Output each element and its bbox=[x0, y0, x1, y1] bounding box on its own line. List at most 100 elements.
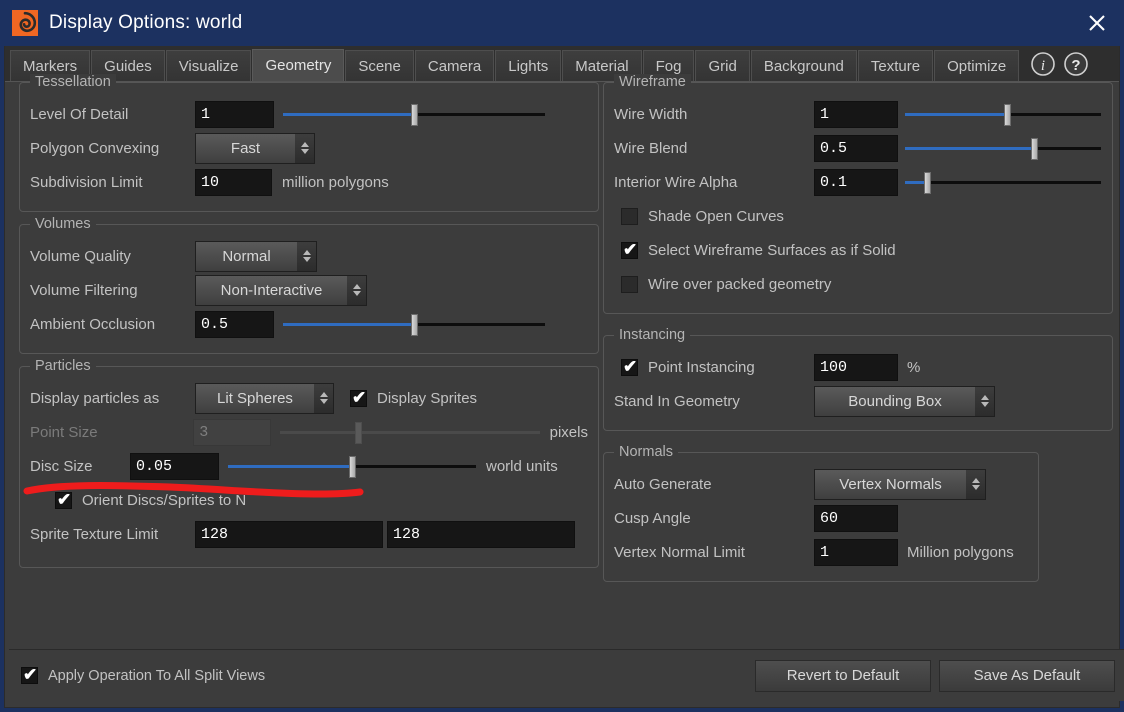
apply-all-split-views-checkbox[interactable]: ✔ Apply Operation To All Split Views bbox=[21, 667, 265, 684]
slider-fill bbox=[228, 465, 352, 468]
checkbox-box bbox=[621, 208, 638, 225]
point-size-input: 3 bbox=[193, 419, 271, 446]
disc-size-slider[interactable] bbox=[228, 453, 476, 480]
level-of-detail-input[interactable]: 1 bbox=[195, 101, 274, 128]
volume-quality-dropdown[interactable]: Normal bbox=[195, 241, 317, 272]
row-point-instancing: ✔ Point Instancing 100 % bbox=[614, 350, 1102, 384]
tab-bar: Markers Guides Visualize Geometry Scene … bbox=[5, 46, 1119, 82]
help-icon[interactable]: ? bbox=[1063, 51, 1089, 77]
dropdown-value: Normal bbox=[196, 242, 297, 271]
polygon-convexing-dropdown[interactable]: Fast bbox=[195, 133, 315, 164]
interior-wire-alpha-slider[interactable] bbox=[905, 169, 1101, 196]
subdivision-limit-input[interactable]: 10 bbox=[195, 169, 272, 196]
tab-grid[interactable]: Grid bbox=[695, 50, 749, 81]
row-point-size: Point Size 3 pixels bbox=[30, 415, 588, 449]
slider-knob[interactable] bbox=[924, 172, 931, 194]
group-legend: Tessellation bbox=[30, 74, 116, 90]
display-sprites-label: Display Sprites bbox=[377, 390, 477, 407]
select-wireframe-surfaces-label: Select Wireframe Surfaces as if Solid bbox=[648, 242, 896, 259]
dialog-footer: ✔ Apply Operation To All Split Views Rev… bbox=[9, 649, 1124, 701]
interior-wire-alpha-input[interactable]: 0.1 bbox=[814, 169, 898, 196]
subdivision-limit-label: Subdivision Limit bbox=[30, 174, 195, 191]
tab-optimize[interactable]: Optimize bbox=[934, 50, 1019, 81]
close-icon[interactable] bbox=[1082, 8, 1112, 38]
point-instancing-input[interactable]: 100 bbox=[814, 354, 898, 381]
disc-size-input[interactable]: 0.05 bbox=[130, 453, 219, 480]
sprite-texture-limit-x-input[interactable]: 128 bbox=[195, 521, 383, 548]
wire-width-input[interactable]: 1 bbox=[814, 101, 898, 128]
vertex-normal-limit-input[interactable]: 1 bbox=[814, 539, 898, 566]
wire-blend-slider[interactable] bbox=[905, 135, 1101, 162]
wire-width-slider[interactable] bbox=[905, 101, 1101, 128]
dropdown-value: Vertex Normals bbox=[815, 470, 966, 499]
point-instancing-unit: % bbox=[907, 359, 920, 376]
volume-quality-label: Volume Quality bbox=[30, 248, 195, 265]
cusp-angle-input[interactable]: 60 bbox=[814, 505, 898, 532]
info-icon[interactable]: i bbox=[1030, 51, 1056, 77]
row-select-wireframe-surfaces: ✔ Select Wireframe Surfaces as if Solid bbox=[614, 233, 1102, 267]
display-sprites-checkbox[interactable]: ✔ Display Sprites bbox=[350, 390, 477, 407]
tab-geometry[interactable]: Geometry bbox=[252, 49, 344, 81]
window-title: Display Options: world bbox=[49, 12, 242, 34]
display-particles-as-dropdown[interactable]: Lit Spheres bbox=[195, 383, 334, 414]
point-size-slider bbox=[280, 419, 539, 446]
wire-over-packed-label: Wire over packed geometry bbox=[648, 276, 831, 293]
checkbox-box: ✔ bbox=[621, 359, 638, 376]
tab-camera[interactable]: Camera bbox=[415, 50, 494, 81]
select-wireframe-surfaces-checkbox[interactable]: ✔ Select Wireframe Surfaces as if Solid bbox=[621, 242, 896, 259]
svg-text:i: i bbox=[1041, 58, 1045, 74]
row-wire-width: Wire Width 1 bbox=[614, 97, 1102, 131]
slider-knob[interactable] bbox=[411, 104, 418, 126]
disc-size-unit: world units bbox=[486, 458, 558, 475]
level-of-detail-slider[interactable] bbox=[283, 101, 545, 128]
save-as-default-button[interactable]: Save As Default bbox=[939, 660, 1115, 692]
tab-lights[interactable]: Lights bbox=[495, 50, 561, 81]
right-column: Wireframe Wire Width 1 Wi bbox=[603, 82, 1113, 594]
row-subdivision-limit: Subdivision Limit 10 million polygons bbox=[30, 165, 588, 199]
checkbox-box: ✔ bbox=[350, 390, 367, 407]
group-normals: Normals Auto Generate Vertex Normals Cus… bbox=[603, 452, 1039, 582]
chevron-updown-icon bbox=[347, 276, 366, 305]
tab-texture[interactable]: Texture bbox=[858, 50, 933, 81]
volume-filtering-dropdown[interactable]: Non-Interactive bbox=[195, 275, 367, 306]
slider-knob bbox=[355, 422, 362, 444]
stand-in-geometry-dropdown[interactable]: Bounding Box bbox=[814, 386, 995, 417]
ambient-occlusion-label: Ambient Occlusion bbox=[30, 316, 195, 333]
slider-knob[interactable] bbox=[349, 456, 356, 478]
wire-over-packed-checkbox[interactable]: Wire over packed geometry bbox=[621, 276, 831, 293]
tab-label: Guides bbox=[104, 58, 152, 75]
row-vertex-normal-limit: Vertex Normal Limit 1 Million polygons bbox=[614, 535, 1028, 569]
cusp-angle-label: Cusp Angle bbox=[614, 510, 814, 527]
row-wire-over-packed: Wire over packed geometry bbox=[614, 267, 1102, 301]
dropdown-value: Non-Interactive bbox=[196, 276, 347, 305]
sprite-texture-limit-y-input[interactable]: 128 bbox=[387, 521, 575, 548]
shade-open-curves-label: Shade Open Curves bbox=[648, 208, 784, 225]
display-particles-as-label: Display particles as bbox=[30, 390, 195, 407]
slider-knob[interactable] bbox=[1031, 138, 1038, 160]
ambient-occlusion-slider[interactable] bbox=[283, 311, 545, 338]
wire-blend-input[interactable]: 0.5 bbox=[814, 135, 898, 162]
tab-scene[interactable]: Scene bbox=[345, 50, 414, 81]
revert-to-default-button[interactable]: Revert to Default bbox=[755, 660, 931, 692]
shade-open-curves-checkbox[interactable]: Shade Open Curves bbox=[621, 208, 784, 225]
left-column: Tessellation Level Of Detail 1 bbox=[19, 82, 599, 580]
auto-generate-dropdown[interactable]: Vertex Normals bbox=[814, 469, 986, 500]
tab-label: Camera bbox=[428, 58, 481, 75]
vertex-normal-limit-unit: Million polygons bbox=[907, 544, 1014, 561]
row-volume-quality: Volume Quality Normal bbox=[30, 239, 588, 273]
group-legend: Normals bbox=[614, 444, 678, 460]
slider-knob[interactable] bbox=[1004, 104, 1011, 126]
tab-visualize[interactable]: Visualize bbox=[166, 50, 252, 81]
tab-label: Material bbox=[575, 58, 628, 75]
vertex-normal-limit-label: Vertex Normal Limit bbox=[614, 544, 814, 561]
slider-fill bbox=[283, 323, 414, 326]
tab-background[interactable]: Background bbox=[751, 50, 857, 81]
row-cusp-angle: Cusp Angle 60 bbox=[614, 501, 1028, 535]
dialog-panel: Markers Guides Visualize Geometry Scene … bbox=[4, 46, 1120, 708]
row-shade-open-curves: Shade Open Curves bbox=[614, 199, 1102, 233]
point-instancing-checkbox[interactable]: ✔ Point Instancing bbox=[621, 359, 821, 376]
sprite-texture-limit-label: Sprite Texture Limit bbox=[30, 526, 195, 543]
orient-discs-checkbox[interactable]: ✔ Orient Discs/Sprites to N bbox=[55, 492, 246, 509]
slider-knob[interactable] bbox=[411, 314, 418, 336]
ambient-occlusion-input[interactable]: 0.5 bbox=[195, 311, 274, 338]
